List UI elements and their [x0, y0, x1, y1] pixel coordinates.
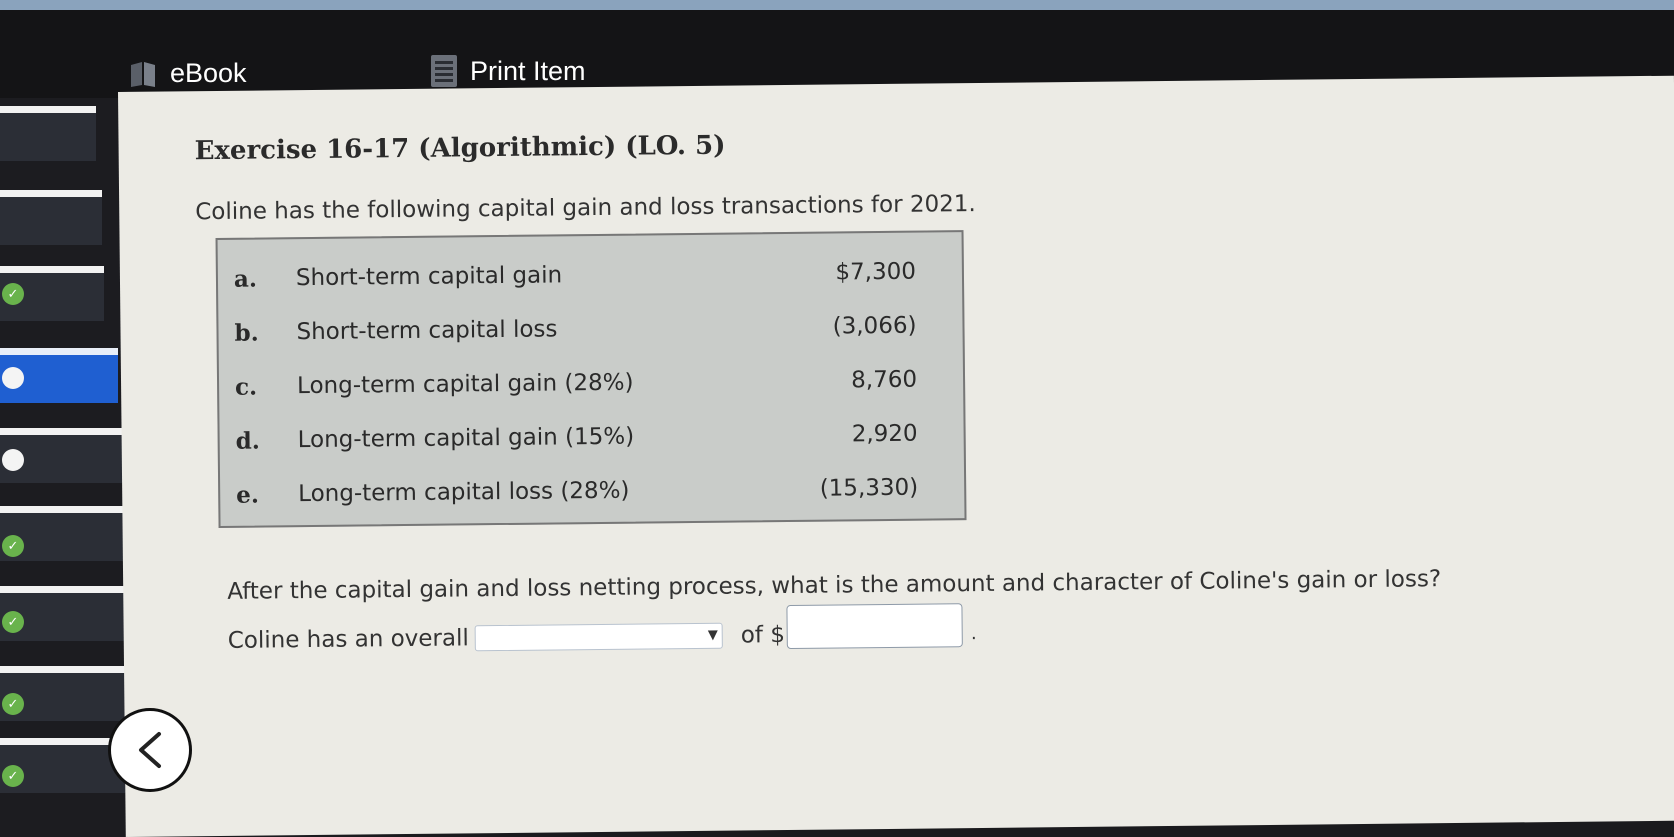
nav-question-item-current[interactable]: [0, 348, 118, 403]
transaction-description: Short-term capital gain: [295, 262, 563, 292]
transaction-row: e. Long-term capital loss (28%) (15,330): [220, 464, 964, 520]
nav-question-item[interactable]: ✓: [0, 666, 138, 721]
transaction-amount: (3,066): [832, 312, 917, 340]
check-icon: ✓: [2, 283, 24, 305]
transaction-description: Long-term capital loss (28%): [298, 477, 630, 508]
chevron-down-icon: ▼: [707, 627, 718, 643]
nav-question-item[interactable]: ✓: [0, 506, 128, 561]
answer-line: Coline has an overall ▼ of $ .: [227, 603, 977, 655]
transaction-amount: (15,330): [819, 474, 919, 502]
check-icon: ✓: [2, 765, 24, 787]
exercise-title: Exercise 16-17 (Algorithmic) (LO. 5): [194, 130, 726, 167]
check-icon: ✓: [2, 693, 24, 715]
transaction-amount: $7,300: [835, 258, 917, 286]
question-text: After the capital gain and loss netting …: [227, 566, 1442, 605]
pending-dot-icon: [2, 449, 24, 471]
print-item-label: Print Item: [470, 55, 586, 86]
print-item-button[interactable]: Print Item: [430, 54, 586, 88]
transaction-amount: 2,920: [851, 420, 918, 448]
amount-input[interactable]: [786, 603, 964, 650]
transaction-letter: d.: [235, 427, 260, 455]
nav-question-item[interactable]: ✓: [0, 586, 134, 641]
exercise-panel: Exercise 16-17 (Algorithmic) (LO. 5) Col…: [118, 75, 1674, 837]
transaction-row: c. Long-term capital gain (28%) 8,760: [219, 356, 963, 412]
document-icon: [431, 55, 457, 87]
transaction-letter: b.: [234, 319, 259, 347]
transaction-letter: a.: [233, 265, 258, 293]
transaction-letter: c.: [234, 373, 258, 401]
ebook-label: eBook: [170, 58, 247, 88]
nav-question-item[interactable]: ✓: [0, 266, 104, 321]
back-button[interactable]: [108, 708, 192, 792]
exercise-intro: Coline has the following capital gain an…: [195, 191, 976, 226]
window-top-strip: [0, 0, 1674, 10]
nav-question-item[interactable]: [0, 190, 102, 245]
answer-prefix: Coline has an overall: [227, 625, 469, 654]
transaction-letter: e.: [236, 481, 260, 509]
transaction-row: d. Long-term capital gain (15%) 2,920: [219, 410, 963, 466]
nav-question-item[interactable]: [0, 106, 96, 161]
ebook-button[interactable]: eBook: [128, 58, 247, 89]
transaction-description: Short-term capital loss: [296, 316, 558, 346]
transaction-row: b. Short-term capital loss (3,066): [218, 302, 962, 358]
transaction-description: Long-term capital gain (28%): [296, 369, 634, 400]
answer-suffix: .: [970, 622, 977, 644]
gain-loss-character-select[interactable]: ▼: [474, 622, 723, 652]
transaction-amount: 8,760: [851, 366, 918, 394]
current-dot-icon: [2, 367, 24, 389]
nav-question-item[interactable]: [0, 428, 124, 483]
transactions-table: a. Short-term capital gain $7,300 b. Sho…: [215, 230, 967, 528]
check-icon: ✓: [2, 535, 24, 557]
transaction-row: a. Short-term capital gain $7,300: [218, 248, 962, 304]
answer-of-label: of $: [740, 622, 786, 649]
chevron-left-icon: [139, 732, 161, 768]
transaction-description: Long-term capital gain (15%): [297, 423, 635, 454]
book-icon: [131, 61, 155, 87]
check-icon: ✓: [2, 611, 24, 633]
